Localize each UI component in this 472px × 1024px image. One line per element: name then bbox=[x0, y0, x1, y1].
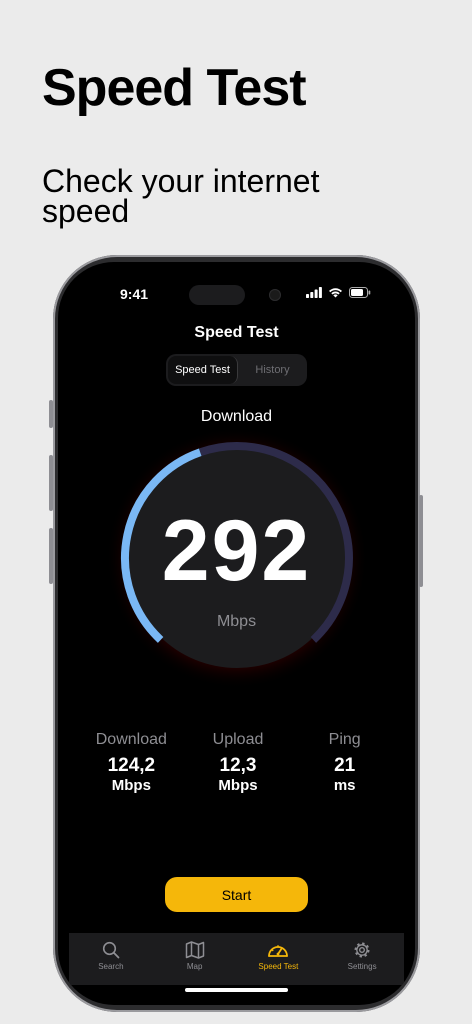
tab-map[interactable]: Map bbox=[153, 933, 237, 985]
tab-label: Settings bbox=[347, 962, 377, 971]
tab-label: Map bbox=[186, 962, 203, 971]
phone-volume-down bbox=[49, 528, 53, 584]
stat-value: 12,3 bbox=[219, 755, 257, 776]
stat-label: Download bbox=[95, 731, 167, 748]
wifi-icon bbox=[329, 288, 342, 298]
map-icon bbox=[185, 941, 204, 959]
tab-search[interactable]: Search bbox=[69, 933, 153, 985]
gauge-label: Download bbox=[200, 408, 273, 425]
tab-label: Speed Test bbox=[258, 962, 299, 971]
nav-title: Speed Test bbox=[194, 324, 279, 341]
phone-mute-switch bbox=[49, 400, 53, 428]
stats-row: Download 124,2 Mbps Upload 12,3 Mbps Pin… bbox=[78, 731, 398, 794]
tab-label: Search bbox=[98, 962, 124, 971]
tab-speed-test[interactable]: Speed Test bbox=[237, 933, 321, 985]
status-time: 9:41 bbox=[120, 286, 149, 302]
gear-icon bbox=[354, 942, 370, 958]
stat-unit: Mbps bbox=[111, 777, 151, 794]
signal-icon bbox=[306, 287, 322, 298]
tab-bar: Search Map Speed Test Settings bbox=[69, 933, 404, 985]
stat-label: Ping bbox=[328, 731, 361, 748]
stat-label: Upload bbox=[212, 731, 264, 748]
stat-upload: Upload 12,3 Mbps bbox=[185, 731, 292, 794]
phone-power-button bbox=[419, 495, 423, 587]
battery-icon bbox=[349, 287, 371, 298]
stat-value: 21 bbox=[334, 755, 356, 776]
stat-unit: ms bbox=[333, 777, 356, 794]
phone-screen: 9:41 Speed Test Speed Test History Downl… bbox=[58, 262, 415, 1005]
speedometer-icon bbox=[268, 945, 289, 957]
home-indicator bbox=[185, 988, 288, 992]
speed-value: 292 bbox=[161, 503, 312, 599]
tab-settings[interactable]: Settings bbox=[320, 933, 404, 985]
dynamic-island bbox=[189, 285, 245, 305]
stat-value: 124,2 bbox=[107, 755, 156, 776]
start-button[interactable]: Start bbox=[165, 877, 308, 912]
promo-title: Speed Test bbox=[42, 59, 307, 117]
phone-volume-up bbox=[49, 455, 53, 511]
segment-speed-test[interactable]: Speed Test bbox=[168, 356, 238, 384]
segmented-control: Speed Test History bbox=[166, 354, 307, 386]
promo-subtitle: Check your internet speed bbox=[42, 163, 320, 229]
search-icon bbox=[102, 941, 120, 959]
speed-unit: Mbps bbox=[216, 613, 257, 630]
stat-unit: Mbps bbox=[218, 777, 258, 794]
status-icons bbox=[306, 287, 371, 298]
stat-ping: Ping 21 ms bbox=[291, 731, 398, 794]
front-camera bbox=[269, 289, 281, 301]
stat-download: Download 124,2 Mbps bbox=[78, 731, 185, 794]
segment-history[interactable]: History bbox=[238, 356, 307, 384]
